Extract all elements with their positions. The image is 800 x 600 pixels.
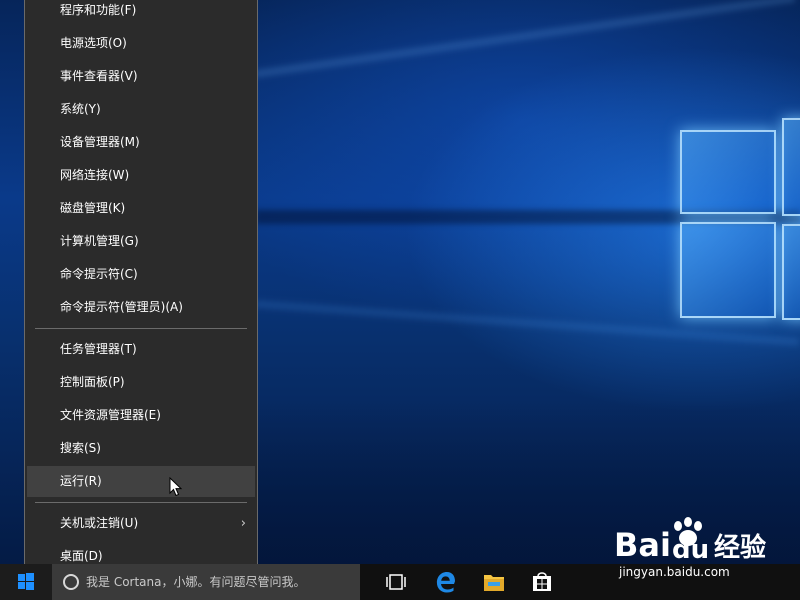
chevron-right-icon: › xyxy=(240,516,246,531)
menu-item-event-viewer[interactable]: 事件查看器(V) xyxy=(27,61,255,92)
cortana-search-box[interactable]: 我是 Cortana，小娜。有问题尽管问我。 xyxy=(52,564,360,600)
menu-item-run[interactable]: 运行(R) xyxy=(27,466,255,497)
watermark-url: jingyan.baidu.com xyxy=(619,565,730,579)
store-button[interactable] xyxy=(518,564,566,600)
watermark-logo-text: 经验 xyxy=(714,532,766,563)
menu-item-network-connections[interactable]: 网络连接(W) xyxy=(27,160,255,191)
mouse-pointer-icon xyxy=(169,477,183,497)
light-window-pane xyxy=(680,130,776,214)
watermark-logo-text: du xyxy=(672,535,709,565)
edge-browser-button[interactable] xyxy=(421,564,469,600)
menu-item-disk-management[interactable]: 磁盘管理(K) xyxy=(27,193,255,224)
file-explorer-icon xyxy=(484,575,504,591)
menu-separator xyxy=(35,328,247,329)
menu-item-command-prompt[interactable]: 命令提示符(C) xyxy=(27,259,255,290)
file-explorer-button[interactable] xyxy=(470,564,518,600)
cortana-icon xyxy=(63,574,79,590)
menu-item-task-manager[interactable]: 任务管理器(T) xyxy=(27,334,255,365)
menu-item-power-options[interactable]: 电源选项(O) xyxy=(27,28,255,59)
task-view-icon xyxy=(386,574,406,590)
winx-context-menu: 程序和功能(F) 电源选项(O) 事件查看器(V) 系统(Y) 设备管理器(M)… xyxy=(24,0,258,567)
menu-separator xyxy=(35,502,247,503)
menu-item-label: 关机或注销(U) xyxy=(60,516,139,530)
menu-item-search[interactable]: 搜索(S) xyxy=(27,433,255,464)
task-view-button[interactable] xyxy=(372,564,420,600)
watermark-logo-text: Bai xyxy=(614,526,671,564)
start-button[interactable] xyxy=(0,564,52,600)
store-icon xyxy=(533,572,551,591)
menu-item-control-panel[interactable]: 控制面板(P) xyxy=(27,367,255,398)
light-window-pane xyxy=(680,222,776,318)
light-window-pane xyxy=(782,118,800,216)
menu-item-device-manager[interactable]: 设备管理器(M) xyxy=(27,127,255,158)
menu-item-computer-management[interactable]: 计算机管理(G) xyxy=(27,226,255,257)
search-placeholder: 我是 Cortana，小娜。有问题尽管问我。 xyxy=(86,575,306,589)
windows-logo-icon xyxy=(18,573,34,590)
light-window-pane xyxy=(782,224,800,320)
menu-item-system[interactable]: 系统(Y) xyxy=(27,94,255,125)
menu-item-command-prompt-admin[interactable]: 命令提示符(管理员)(A) xyxy=(27,292,255,323)
edge-icon xyxy=(436,572,455,593)
menu-item-programs-features[interactable]: 程序和功能(F) xyxy=(27,0,255,26)
menu-item-shutdown-signout[interactable]: 关机或注销(U) › xyxy=(27,508,255,539)
menu-item-file-explorer[interactable]: 文件资源管理器(E) xyxy=(27,400,255,431)
